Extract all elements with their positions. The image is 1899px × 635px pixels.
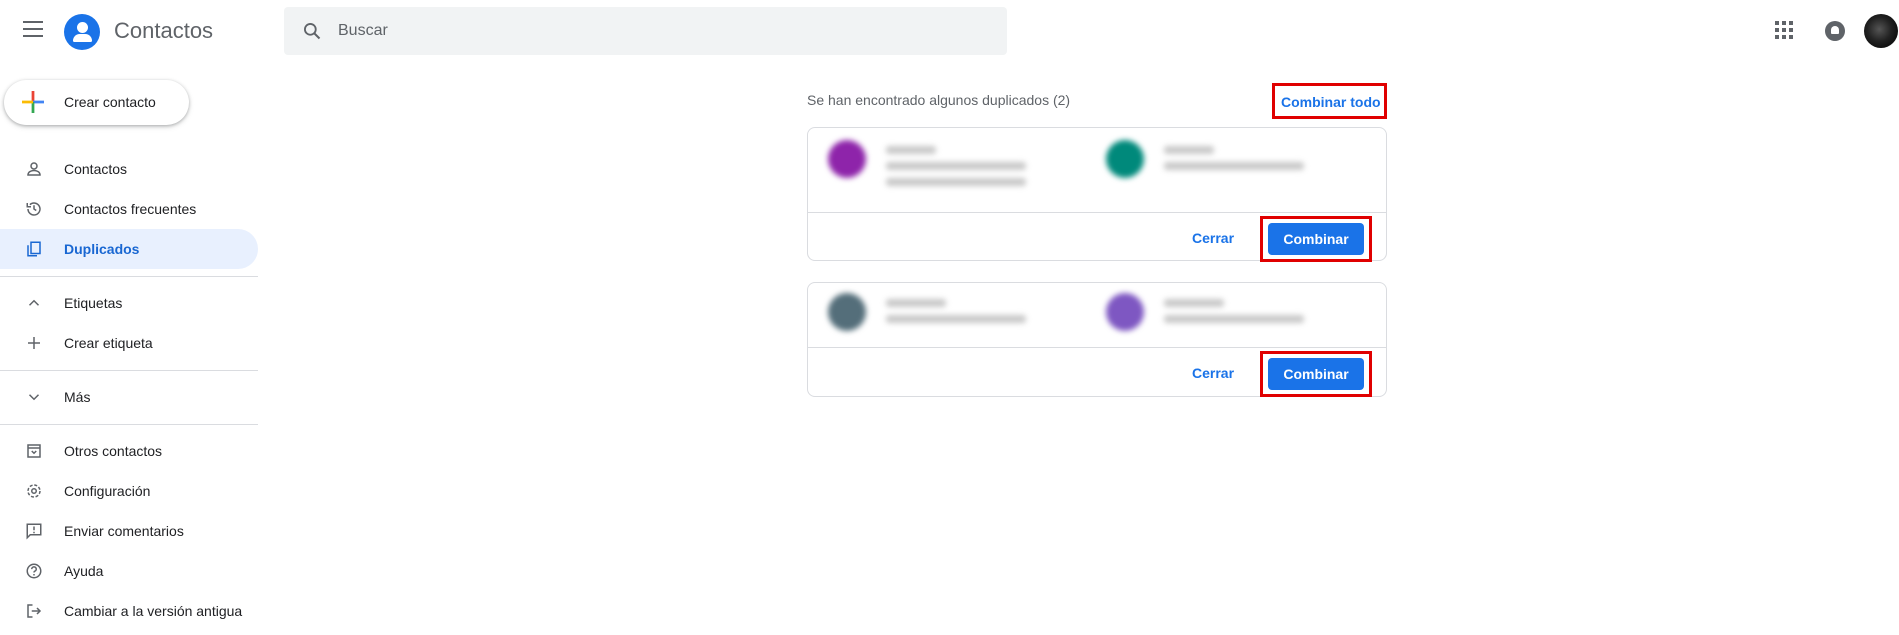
sidebar-item-label: Contactos (64, 161, 128, 177)
sidebar-item-label: Otros contactos (64, 443, 163, 459)
contact-avatar (828, 293, 866, 331)
contact-preview (828, 140, 1048, 200)
contact-preview (1106, 140, 1326, 200)
merge-all-label: Combinar todo (1281, 94, 1381, 110)
merge-highlight: Combinar (1260, 216, 1372, 262)
sidebar-divider (0, 424, 258, 425)
merge-all-button[interactable]: Combinar todo (1272, 83, 1387, 119)
plus-multicolor-icon (22, 91, 44, 113)
copy-icon (27, 241, 41, 257)
sidebar-item-configuracion[interactable]: Configuración (0, 471, 258, 511)
duplicates-found-text: Se han encontrado algunos duplicados (2) (807, 92, 1071, 108)
close-button[interactable]: Cerrar (1184, 220, 1244, 256)
sidebar-item-ayuda[interactable]: Ayuda (0, 551, 258, 591)
sidebar-item-label: Etiquetas (64, 295, 123, 311)
sidebar-item-etiquetas[interactable]: Etiquetas (0, 283, 258, 323)
contact-preview (828, 293, 1048, 353)
sidebar-item-contactos[interactable]: Contactos (0, 149, 258, 189)
sidebar-item-duplicados[interactable]: Duplicados (0, 229, 258, 269)
contact-preview (1106, 293, 1326, 353)
close-button[interactable]: Cerrar (1184, 355, 1244, 391)
archive-icon (27, 444, 41, 458)
notifications-icon[interactable] (1825, 21, 1845, 41)
contacts-logo-icon (64, 14, 100, 50)
top-bar: Contactos (0, 0, 1899, 62)
merge-button[interactable]: Combinar (1268, 358, 1364, 390)
search-icon[interactable] (302, 21, 322, 41)
sidebar-item-label: Ayuda (64, 563, 104, 579)
plus-icon (28, 337, 40, 349)
sidebar-item-label: Contactos frecuentes (64, 201, 197, 217)
contact-avatar (1106, 293, 1144, 331)
search-input[interactable] (338, 7, 978, 55)
help-icon (26, 563, 42, 579)
duplicate-card: Cerrar Combinar (807, 127, 1387, 262)
create-contact-label: Crear contacto (64, 94, 156, 110)
sidebar-item-enviar-comentarios[interactable]: Enviar comentarios (0, 511, 258, 551)
contact-avatar (828, 140, 866, 178)
person-icon (27, 162, 41, 176)
feedback-icon (26, 523, 42, 540)
sidebar-item-otros-contactos[interactable]: Otros contactos (0, 431, 258, 471)
contact-avatar (1106, 140, 1144, 178)
sidebar-item-label: Crear etiqueta (64, 335, 153, 351)
merge-highlight: Combinar (1260, 351, 1372, 397)
create-contact-button[interactable]: Crear contacto (4, 80, 189, 125)
sidebar-item-crear-etiqueta[interactable]: Crear etiqueta (0, 323, 258, 363)
sidebar-item-label: Enviar comentarios (64, 523, 184, 539)
duplicate-card: Cerrar Combinar (807, 282, 1387, 397)
chevron-up-icon (28, 299, 40, 306)
chevron-down-icon (28, 394, 40, 401)
main-menu-icon[interactable] (22, 21, 44, 39)
account-avatar[interactable] (1864, 14, 1898, 48)
sidebar-item-mas[interactable]: Más (0, 377, 258, 417)
sidebar-item-label: Cambiar a la versión antigua (64, 603, 243, 619)
history-icon (26, 202, 41, 216)
sidebar-item-version-antigua[interactable]: Cambiar a la versión antigua (0, 591, 258, 631)
sidebar-item-label: Duplicados (64, 241, 140, 257)
gear-icon (27, 484, 41, 498)
app-title: Contactos (114, 18, 214, 43)
sidebar-item-frecuentes[interactable]: Contactos frecuentes (0, 189, 258, 229)
sidebar-divider (0, 276, 258, 277)
exit-icon (27, 604, 42, 618)
apps-grid-icon[interactable] (1775, 21, 1793, 39)
sidebar-divider (0, 370, 258, 371)
merge-button[interactable]: Combinar (1268, 223, 1364, 255)
search-bar[interactable] (284, 7, 1007, 55)
sidebar-item-label: Configuración (64, 483, 151, 499)
sidebar-item-label: Más (64, 389, 91, 405)
